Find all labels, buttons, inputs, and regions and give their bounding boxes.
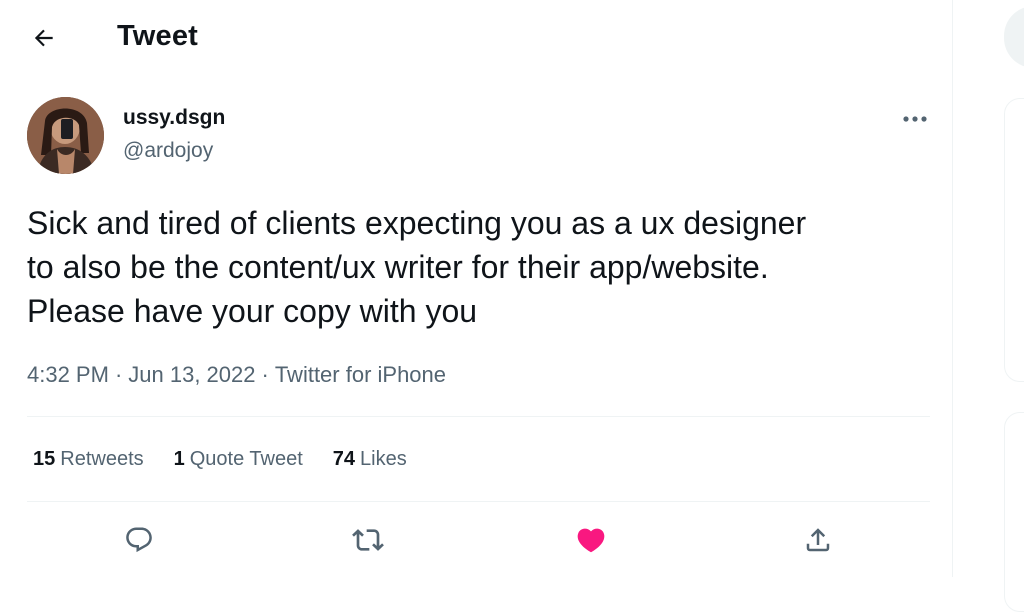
right-sidebar [954,0,1024,612]
sidebar-card [1004,412,1024,612]
retweets-stat[interactable]: 15 Retweets [33,448,144,471]
heart-icon [577,528,605,553]
avatar-photo [27,97,104,174]
more-icon [903,116,927,122]
author-handle[interactable]: @ardojoy [123,139,213,163]
reply-icon [126,527,152,553]
divider [27,416,930,417]
reply-button[interactable] [117,518,161,562]
share-button[interactable] [796,518,840,562]
header: Tweet [0,0,953,76]
sidebar-card [1004,98,1024,382]
retweet-button[interactable] [346,518,390,562]
avatar[interactable] [27,97,104,174]
tweet-text: Sick and tired of clients expecting you … [27,205,807,329]
retweets-count: 15 [33,448,56,470]
likes-count: 74 [332,448,356,470]
retweets-label: Retweets [60,448,144,470]
likes-label: Likes [360,448,407,470]
quote-tweets-label: Quote Tweet [189,448,303,470]
more-options-button[interactable] [898,106,932,132]
like-button[interactable] [569,518,613,562]
search-bar[interactable] [1004,6,1024,68]
tweet-meta: 4:32 PM · Jun 13, 2022 · Twitter for iPhone [27,362,446,388]
back-button[interactable] [24,18,64,58]
retweet-icon [352,529,384,551]
likes-stat[interactable]: 74 Likes [333,448,407,471]
meta-separator: · [261,362,269,387]
divider [27,501,930,502]
meta-separator: · [114,362,123,387]
tweet-time[interactable]: 4:32 PM [27,362,109,388]
share-icon [806,528,830,552]
page-title: Tweet [117,20,199,52]
arrow-left-icon [34,29,53,47]
engagement-stats: 15 Retweets 1 Quote Tweet 74 Likes [33,448,437,471]
tweet-source[interactable]: Twitter for iPhone [275,362,446,388]
author-name[interactable]: ussy.dsgn [123,106,225,130]
tweet-detail-column: Tweet ussy.dsgn @ardojoy Sick and tired … [0,0,953,577]
quote-tweets-count: 1 [173,448,185,470]
tweet-date[interactable]: Jun 13, 2022 [128,362,255,388]
quote-tweets-stat[interactable]: 1 Quote Tweet [174,448,303,471]
